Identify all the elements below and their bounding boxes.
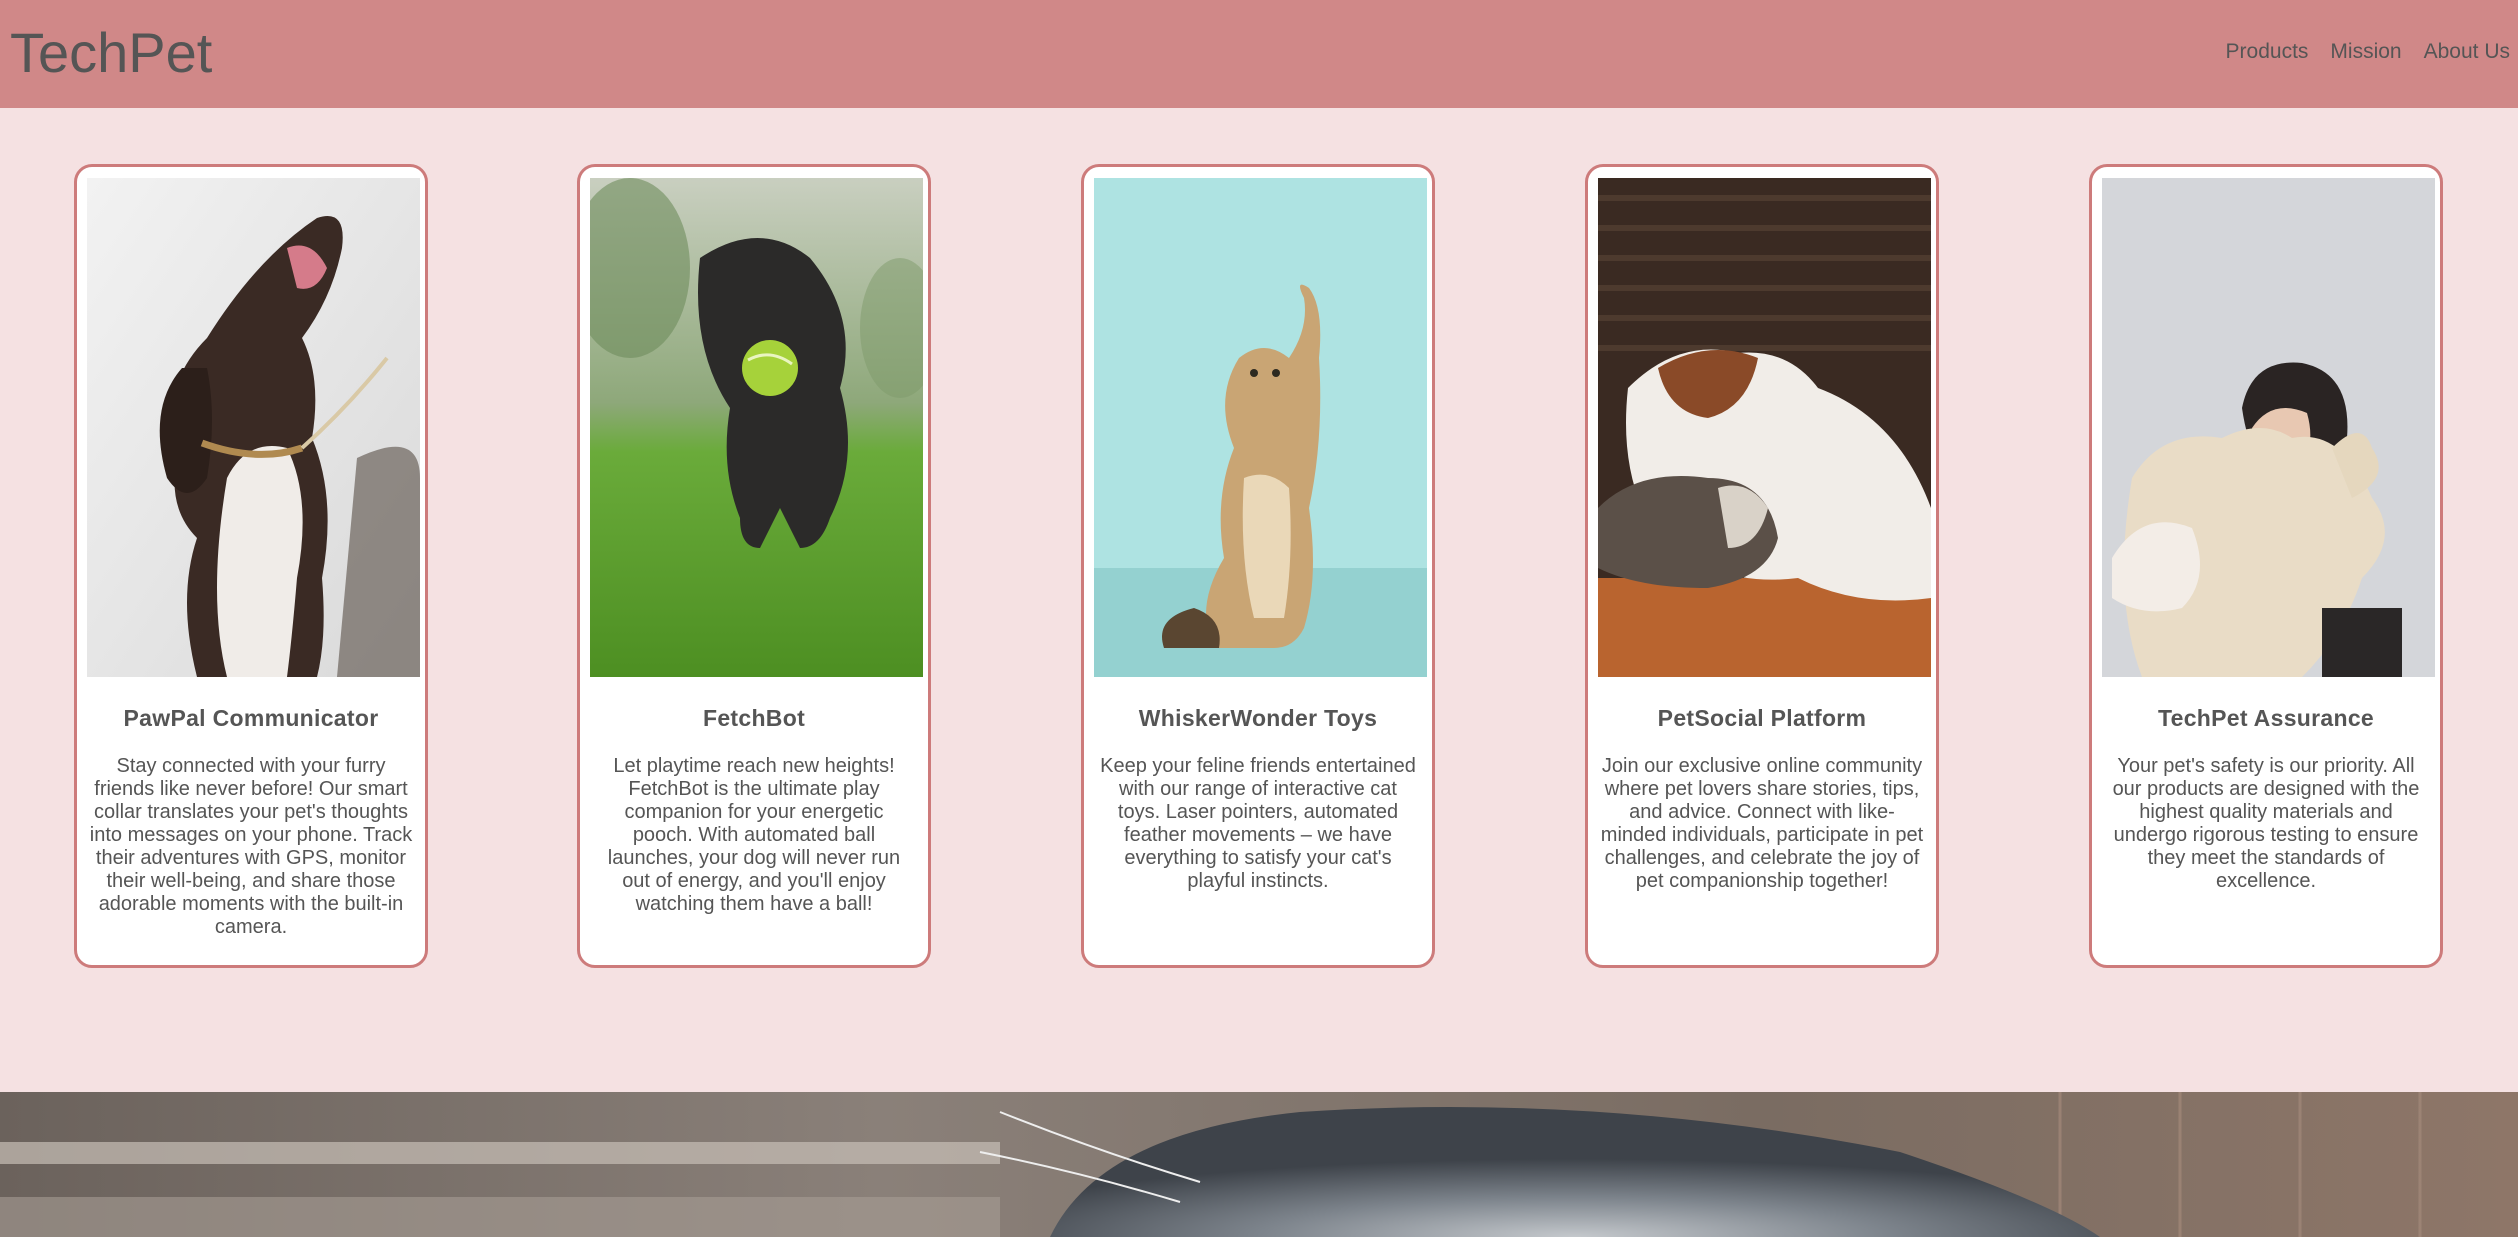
card-title: PawPal Communicator	[123, 705, 379, 731]
dog-closeup-banner-photo	[0, 1092, 2518, 1237]
card-description: Join our exclusive online community wher…	[1600, 755, 1924, 892]
product-card-techpet-assurance: TechPet Assurance Your pet's safety is o…	[2089, 164, 2443, 968]
dog-with-tennis-ball-photo	[590, 178, 923, 677]
card-description: Stay connected with your furry friends l…	[89, 755, 413, 938]
nav-link-products[interactable]: Products	[2226, 38, 2309, 66]
product-card-fetchbot: FetchBot Let playtime reach new heights!…	[577, 164, 931, 968]
product-card-pawpal: PawPal Communicator Stay connected with …	[74, 164, 428, 968]
nav-link-about-us[interactable]: About Us	[2424, 38, 2510, 66]
kitten-reaching-photo	[1094, 178, 1427, 677]
dog-and-cat-photo	[1598, 178, 1931, 677]
main-nav: Products Mission About Us	[2204, 38, 2510, 66]
card-title: WhiskerWonder Toys	[1138, 705, 1378, 731]
woman-hugging-dog-photo	[2102, 178, 2435, 677]
nav-link-mission[interactable]: Mission	[2330, 38, 2401, 66]
spaniel-dog-photo	[87, 178, 420, 677]
hero-banner	[0, 1092, 2518, 1237]
card-title: PetSocial Platform	[1657, 705, 1867, 731]
card-title: TechPet Assurance	[2157, 705, 2375, 731]
card-title: FetchBot	[702, 705, 806, 731]
site-header: TechPet Products Mission About Us	[0, 0, 2518, 108]
card-description: Your pet's safety is our priority. All o…	[2112, 755, 2420, 892]
product-card-whiskerwonder: WhiskerWonder Toys Keep your feline frie…	[1081, 164, 1435, 968]
card-description: Keep your feline friends entertained wit…	[1100, 755, 1416, 892]
card-description: Let playtime reach new heights! FetchBot…	[607, 755, 901, 915]
product-card-petsocial: PetSocial Platform Join our exclusive on…	[1585, 164, 1939, 968]
brand-logo[interactable]: TechPet	[10, 18, 212, 88]
